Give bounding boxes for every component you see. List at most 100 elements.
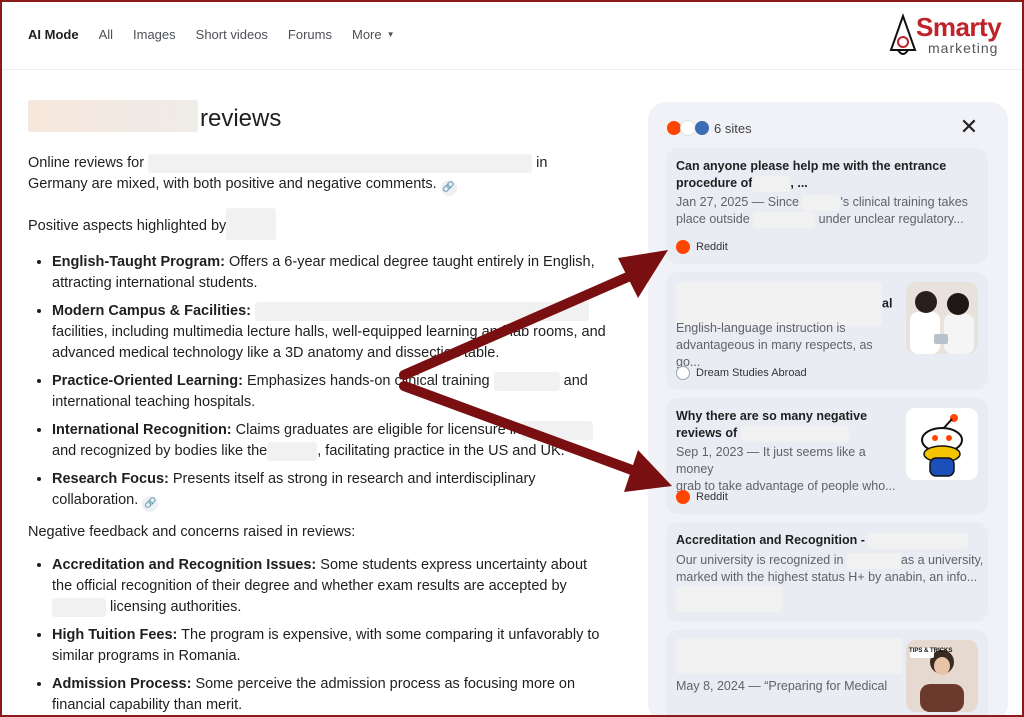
redacted-text: [52, 597, 106, 617]
card-source-name: Reddit: [696, 241, 728, 253]
redacted-text: [226, 208, 277, 240]
card-title-text: procedure of: [676, 176, 753, 190]
redacted-text: [802, 194, 841, 211]
redacted-text: [148, 153, 533, 173]
site-favicon: [694, 120, 710, 136]
card-title-text: al: [882, 296, 893, 311]
intro-paragraph: Online reviews for in Germany are mixed,…: [28, 153, 608, 196]
intro-text-a: Online reviews for: [28, 155, 145, 171]
video-thumbnail-image: TIPS & TRICKS: [906, 640, 978, 712]
card-title-text: reviews of: [676, 426, 738, 440]
card-title-text: Accreditation and Recognition -: [676, 533, 865, 547]
sources-panel: 6 sites ✕ Can anyone please help me with…: [648, 102, 1008, 717]
card-source: Reddit: [676, 490, 728, 504]
source-card[interactable]: Accreditation and Recognition - Our univ…: [666, 522, 988, 622]
list-item: Modern Campus & Facilities: facilities, …: [52, 301, 608, 364]
tab-images[interactable]: Images: [133, 27, 176, 42]
negative-list: Accreditation and Recognition Issues: So…: [28, 555, 608, 716]
card-title: [676, 638, 906, 674]
video-thumbnail-caption: TIPS & TRICKS: [909, 648, 953, 654]
card-snippet: Sep 1, 2023 — It just seems like a money…: [676, 444, 906, 495]
list-item: Research Focus: Presents itself as stron…: [52, 469, 608, 512]
source-card[interactable]: Can anyone please help me with the entra…: [666, 148, 988, 264]
redacted-text: [740, 425, 849, 442]
card-snippet-text: Sep 1, 2023 — It just seems like a money: [676, 445, 866, 476]
redacted-text: [752, 175, 791, 192]
list-item-text: Emphasizes hands-on clinical training: [242, 373, 490, 389]
card-snippet: Jan 27, 2025 — Since 's clinical trainin…: [676, 194, 976, 228]
redacted-text: [267, 441, 318, 461]
intro-text-b: in: [536, 155, 548, 171]
tab-more[interactable]: More ▼: [352, 27, 395, 42]
list-item: Practice-Oriented Learning: Emphasizes h…: [52, 371, 608, 413]
card-source-name: Dream Studies Abroad: [696, 367, 807, 379]
redacted-text: [255, 301, 590, 321]
card-title-text: Why there are so many negative: [676, 409, 868, 423]
intro-text-c: Germany are mixed, with both positive an…: [28, 176, 437, 192]
card-title: Why there are so many negative reviews o…: [676, 408, 896, 442]
card-title-text: , ...: [790, 176, 808, 190]
top-navigation: AI Mode All Images Short videos Forums M…: [0, 0, 1024, 70]
card-snippet-text: place outside: [676, 212, 750, 226]
list-item-term: Admission Process:: [52, 676, 192, 692]
tab-ai-mode[interactable]: AI Mode: [28, 27, 79, 42]
redacted-text: [868, 532, 969, 549]
list-item-term: High Tuition Fees:: [52, 627, 178, 643]
redacted-text: [520, 420, 593, 440]
list-item: High Tuition Fees: The program is expens…: [52, 625, 608, 667]
list-item-text: Claims graduates are eligible for licens…: [231, 422, 521, 438]
reddit-icon: [676, 490, 690, 504]
card-title-text: Can anyone please help me with the entra…: [676, 159, 947, 173]
link-icon[interactable]: 🔗: [142, 496, 159, 512]
caret-down-icon: ▼: [386, 30, 395, 39]
close-icon[interactable]: ✕: [958, 116, 980, 138]
list-item-term: Modern Campus & Facilities:: [52, 303, 252, 319]
card-snippet-text: 's clinical training takes: [840, 195, 968, 209]
list-item-term: Accreditation and Recognition Issues:: [52, 557, 317, 573]
reddit-icon: [676, 240, 690, 254]
list-item-term: Practice-Oriented Learning:: [52, 373, 243, 389]
card-snippet-text: English-language instruction is: [676, 321, 846, 335]
source-card[interactable]: May 8, 2024 — “Preparing for Medical TIP…: [666, 630, 988, 717]
redacted-text: [676, 638, 902, 674]
source-card[interactable]: Why there are so many negative reviews o…: [666, 398, 988, 514]
list-item: International Recognition: Claims gradua…: [52, 420, 608, 462]
list-item-text: licensing authorities.: [110, 599, 242, 615]
card-snippet-text: May 8, 2024 — “Preparing for Medical: [676, 679, 888, 693]
sites-count: 6 sites: [714, 120, 752, 136]
redacted-text: [493, 371, 560, 391]
logo-mark-icon: [889, 12, 917, 55]
ai-answer: reviews Online reviews for in Germany ar…: [28, 100, 608, 717]
redacted-text: [753, 211, 816, 228]
tab-all[interactable]: All: [99, 27, 113, 42]
logo-name: Smarty: [916, 12, 1002, 42]
dream-studies-icon: [676, 366, 690, 380]
tab-more-label: More: [351, 27, 382, 42]
positive-list: English-Taught Program: Offers a 6-year …: [28, 252, 608, 512]
card-thumbnail-image: [906, 282, 978, 354]
search-tabs: AI Mode All Images Short videos Forums M…: [28, 27, 395, 42]
tab-forums[interactable]: Forums: [288, 27, 332, 42]
list-item: Accreditation and Recognition Issues: So…: [52, 555, 608, 618]
card-snippet-text: under unclear regulatory...: [818, 212, 964, 226]
positive-heading-text: Positive aspects highlighted by: [28, 218, 227, 234]
heading-suffix: reviews: [200, 105, 282, 132]
card-title: Accreditation and Recognition -: [676, 532, 986, 549]
list-item-term: Research Focus:: [52, 471, 169, 487]
card-snippet-text: marked with the highest status H+ by ana…: [676, 570, 978, 584]
list-item: Admission Process: Some perceive the adm…: [52, 674, 608, 716]
card-snippet-text: advantageous in many respects, as go...: [676, 338, 873, 369]
link-icon[interactable]: 🔗: [440, 180, 457, 196]
card-source-name: Reddit: [696, 491, 728, 503]
card-source: Dream Studies Abroad: [676, 366, 807, 380]
card-snippet-text: Jan 27, 2025 — Since: [676, 195, 799, 209]
sources-header: 6 sites: [666, 118, 752, 138]
card-snippet-text: as a university,: [900, 553, 984, 567]
smarty-marketing-logo: Smarty marketing: [888, 12, 1018, 60]
source-favicons: [666, 118, 714, 138]
source-card[interactable]: al English-language instruction is advan…: [666, 272, 988, 390]
list-item: English-Taught Program: Offers a 6-year …: [52, 252, 608, 294]
logo-subtitle: marketing: [928, 40, 999, 56]
tab-short-videos[interactable]: Short videos: [196, 27, 268, 42]
redacted-text: [846, 552, 901, 569]
